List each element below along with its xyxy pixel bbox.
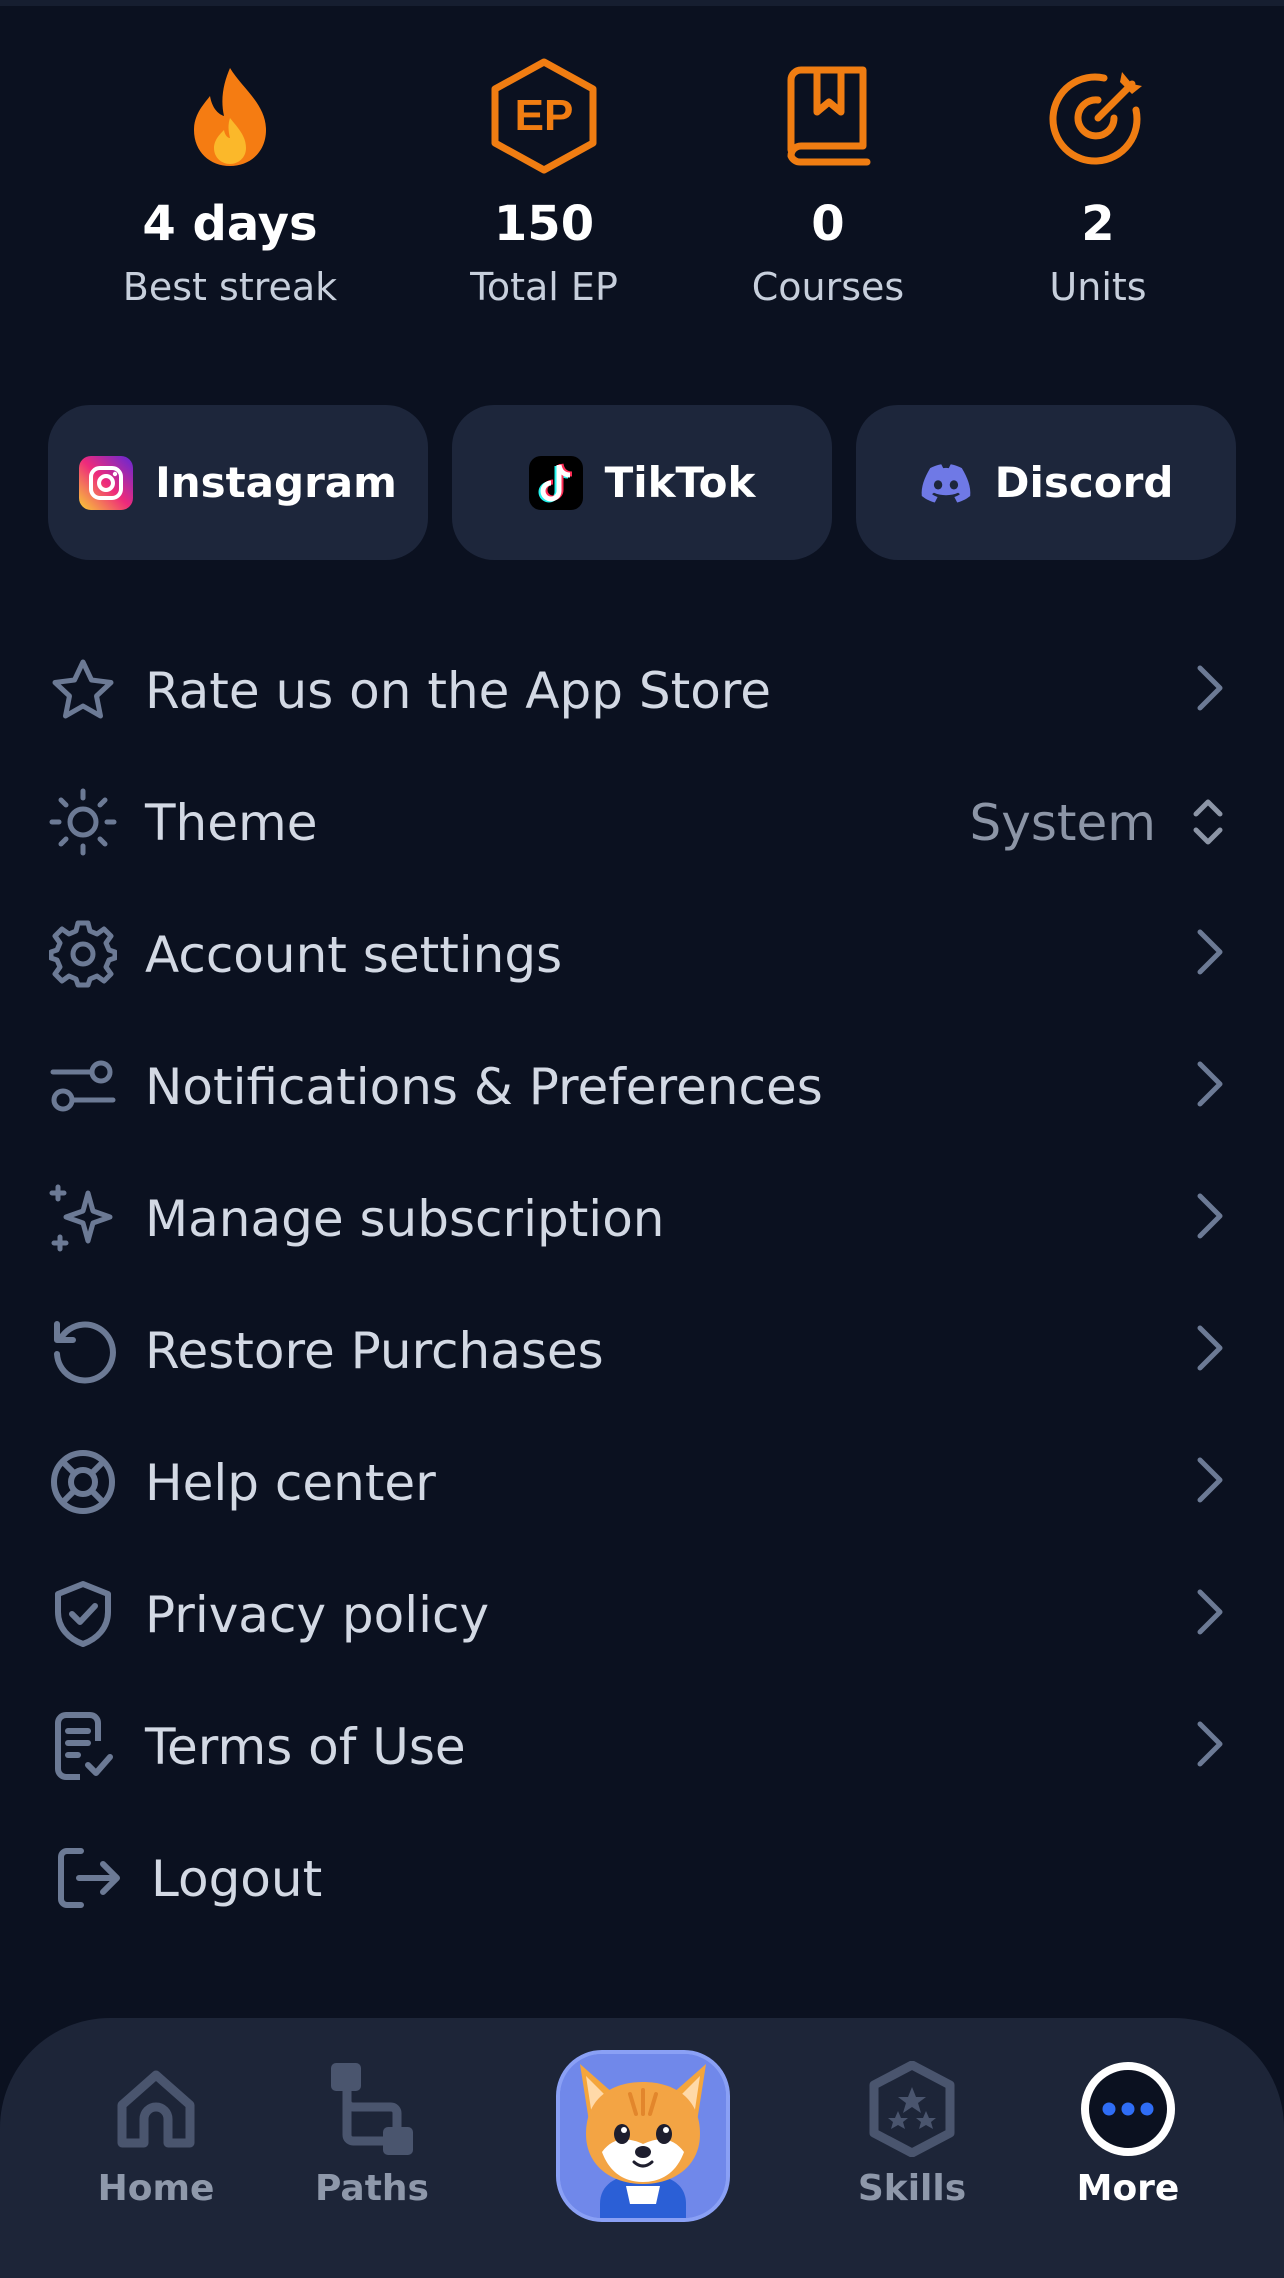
tiktok-button[interactable]: TikTok	[452, 405, 832, 560]
tab-label: Home	[97, 2168, 215, 2209]
instagram-label: Instagram	[155, 458, 397, 507]
discord-button[interactable]: Discord	[856, 405, 1236, 560]
ep-hexagon-icon: EP	[414, 56, 674, 176]
chevron-right-icon	[1197, 1721, 1223, 1767]
chevron-up-down-icon	[1193, 799, 1223, 845]
status-divider	[0, 0, 1284, 6]
discord-label: Discord	[994, 458, 1174, 507]
book-bookmark-icon	[698, 56, 958, 176]
menu-item-help-center[interactable]: Help center	[0, 1414, 1284, 1546]
stats-section: 4 days Best streak EP 150 Total EP 0 Cou…	[0, 56, 1284, 336]
tab-more[interactable]: More	[1038, 2054, 1218, 2209]
stat-label: Units	[1049, 265, 1147, 309]
star-icon	[48, 655, 118, 725]
tiktok-icon	[528, 455, 583, 510]
chevron-right-icon	[1197, 1061, 1223, 1107]
tab-label: More	[1076, 2168, 1180, 2209]
restore-icon	[48, 1315, 118, 1385]
sparkles-icon	[48, 1183, 118, 1253]
menu-item-label: Account settings	[145, 926, 563, 984]
menu-item-account-settings[interactable]: Account settings	[0, 886, 1284, 1018]
paths-icon	[282, 2054, 462, 2164]
sliders-icon	[48, 1051, 118, 1121]
tab-label: Skills	[857, 2168, 967, 2209]
stat-value: 2	[1081, 196, 1115, 252]
stat-label: Best streak	[122, 265, 338, 309]
menu-item-privacy-policy[interactable]: Privacy policy	[0, 1546, 1284, 1678]
menu-item-theme[interactable]: Theme System	[0, 754, 1284, 886]
menu-item-label: Manage subscription	[145, 1190, 665, 1248]
logout-icon	[54, 1843, 124, 1913]
sun-icon	[48, 787, 118, 857]
menu-item-label: Terms of Use	[145, 1718, 466, 1776]
tab-skills[interactable]: Skills	[822, 2054, 1002, 2209]
stat-value: 0	[811, 196, 845, 252]
chevron-right-icon	[1197, 665, 1223, 711]
instagram-button[interactable]: Instagram	[48, 405, 428, 560]
chevron-right-icon	[1197, 1457, 1223, 1503]
more-icon	[1038, 2054, 1218, 2164]
fox-mascot-icon	[560, 2054, 726, 2218]
chevron-right-icon	[1197, 929, 1223, 975]
stat-value: 150	[493, 196, 595, 252]
menu-item-label: Privacy policy	[145, 1586, 490, 1644]
stat-value: 4 days	[142, 196, 318, 252]
instagram-icon	[79, 455, 134, 510]
logout-label: Logout	[151, 1850, 323, 1908]
theme-value: System	[969, 794, 1156, 852]
stat-label: Courses	[751, 265, 905, 309]
lifebuoy-icon	[48, 1447, 118, 1517]
stat-label: Total EP	[470, 265, 618, 309]
tiktok-label: TikTok	[604, 458, 756, 507]
stat-courses: 0 Courses	[698, 56, 958, 310]
tab-home[interactable]: Home	[66, 2054, 246, 2209]
flame-icon	[100, 56, 360, 176]
stat-units: 2 Units	[968, 56, 1228, 310]
tab-label: Paths	[315, 2168, 429, 2209]
chevron-right-icon	[1197, 1589, 1223, 1635]
menu-item-label: Restore Purchases	[145, 1322, 604, 1380]
mascot-fox-avatar-button[interactable]	[556, 2050, 730, 2222]
ep-badge-text: EP	[515, 91, 574, 140]
shield-check-icon	[48, 1579, 118, 1649]
document-check-icon	[48, 1711, 118, 1781]
gear-icon	[48, 919, 118, 989]
menu-item-label: Notifications & Preferences	[145, 1058, 823, 1116]
menu-item-notifications-preferences[interactable]: Notifications & Preferences	[0, 1018, 1284, 1150]
target-icon	[968, 56, 1228, 176]
discord-icon	[919, 456, 973, 510]
menu-item-terms-of-use[interactable]: Terms of Use	[0, 1678, 1284, 1810]
menu-item-rate-app[interactable]: Rate us on the App Store	[0, 622, 1284, 754]
stat-best-streak: 4 days Best streak	[100, 56, 360, 310]
chevron-right-icon	[1197, 1193, 1223, 1239]
skills-badge-icon	[822, 2054, 1002, 2164]
menu-item-label: Theme	[145, 794, 318, 852]
menu-item-restore-purchases[interactable]: Restore Purchases	[0, 1282, 1284, 1414]
menu-item-label: Rate us on the App Store	[145, 662, 772, 720]
menu-item-label: Help center	[145, 1454, 436, 1512]
home-icon	[66, 2054, 246, 2164]
settings-menu: Rate us on the App Store Theme System Ac…	[0, 622, 1284, 1942]
tab-paths[interactable]: Paths	[282, 2054, 462, 2209]
stat-total-ep: EP 150 Total EP	[414, 56, 674, 310]
menu-item-manage-subscription[interactable]: Manage subscription	[0, 1150, 1284, 1282]
chevron-right-icon	[1197, 1325, 1223, 1371]
logout-button[interactable]: Logout	[0, 1810, 1284, 1942]
